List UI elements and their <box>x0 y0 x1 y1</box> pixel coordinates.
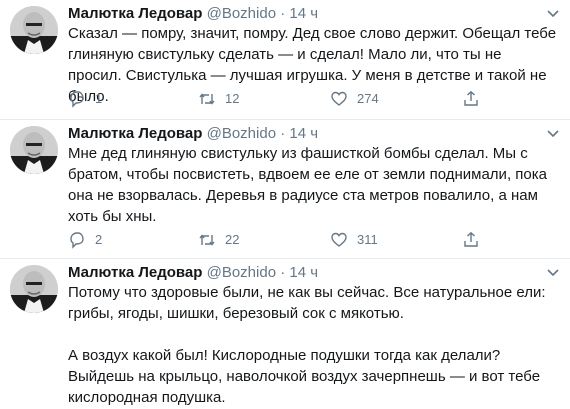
timestamp[interactable]: 14 ч <box>289 5 318 22</box>
retweet-icon <box>199 93 215 105</box>
author-name[interactable]: Малютка Ледовар <box>68 125 202 142</box>
tweet-header: Малютка Ледовар @Bozhido · 14 ч <box>68 124 560 144</box>
author-name[interactable]: Малютка Ледовар <box>68 264 202 281</box>
retweet-icon <box>199 234 215 246</box>
timestamp[interactable]: 14 ч <box>289 264 318 281</box>
retweet-button[interactable]: 22 <box>198 230 239 250</box>
tweet[interactable]: Малютка Ледовар @Bozhido · 14 ч Мне дед … <box>0 120 570 259</box>
reply-icon <box>70 91 84 108</box>
like-button[interactable]: 311 <box>330 230 378 250</box>
chevron-down-icon[interactable] <box>546 6 560 20</box>
retweet-count: 12 <box>225 91 240 106</box>
like-button[interactable]: 274 <box>330 89 379 109</box>
chevron-down-icon[interactable] <box>546 126 560 140</box>
share-icon <box>464 231 478 247</box>
share-icon <box>464 90 478 106</box>
author-handle[interactable]: @Bozhido <box>207 264 276 281</box>
like-count: 274 <box>357 91 379 106</box>
tweet-text: Потому что здоровые были, не как вы сейч… <box>68 284 546 406</box>
separator: · <box>280 125 286 142</box>
retweet-count: 22 <box>225 232 240 247</box>
avatar[interactable] <box>10 265 58 313</box>
avatar[interactable] <box>10 6 58 54</box>
chevron-down-icon[interactable] <box>546 265 560 279</box>
reply-count: 2 <box>95 232 103 247</box>
timestamp[interactable]: 14 ч <box>289 125 318 142</box>
author-handle[interactable]: @Bozhido <box>207 5 276 22</box>
heart-icon <box>331 91 347 106</box>
like-count: 311 <box>357 232 378 247</box>
author-name[interactable]: Малютка Ледовар <box>68 5 202 22</box>
separator: · <box>280 264 286 281</box>
tweet-header: Малютка Ледовар @Bozhido · 14 ч <box>68 4 560 24</box>
reply-button[interactable]: 2 <box>68 230 102 250</box>
tweet[interactable]: Малютка Ледовар @Bozhido · 14 ч Потому ч… <box>0 259 570 409</box>
tweet-header: Малютка Ледовар @Bozhido · 14 ч <box>68 263 560 283</box>
tweet-actions: 2 22 311 <box>68 230 558 250</box>
tweet[interactable]: Малютка Ледовар @Bozhido · 14 ч Сказал —… <box>0 0 570 120</box>
reply-button[interactable]: 1 <box>68 89 102 109</box>
separator: · <box>280 5 286 22</box>
share-button[interactable] <box>462 230 489 250</box>
heart-icon <box>331 232 347 247</box>
reply-icon <box>70 232 84 249</box>
tweet-actions: 1 12 274 <box>68 89 558 109</box>
reply-count: 1 <box>95 91 103 106</box>
share-button[interactable] <box>462 89 489 109</box>
retweet-button[interactable]: 12 <box>198 89 239 109</box>
author-handle[interactable]: @Bozhido <box>207 125 276 142</box>
tweet-text: Мне дед глиняную свистульку из фашисткой… <box>68 145 552 225</box>
avatar[interactable] <box>10 126 58 174</box>
